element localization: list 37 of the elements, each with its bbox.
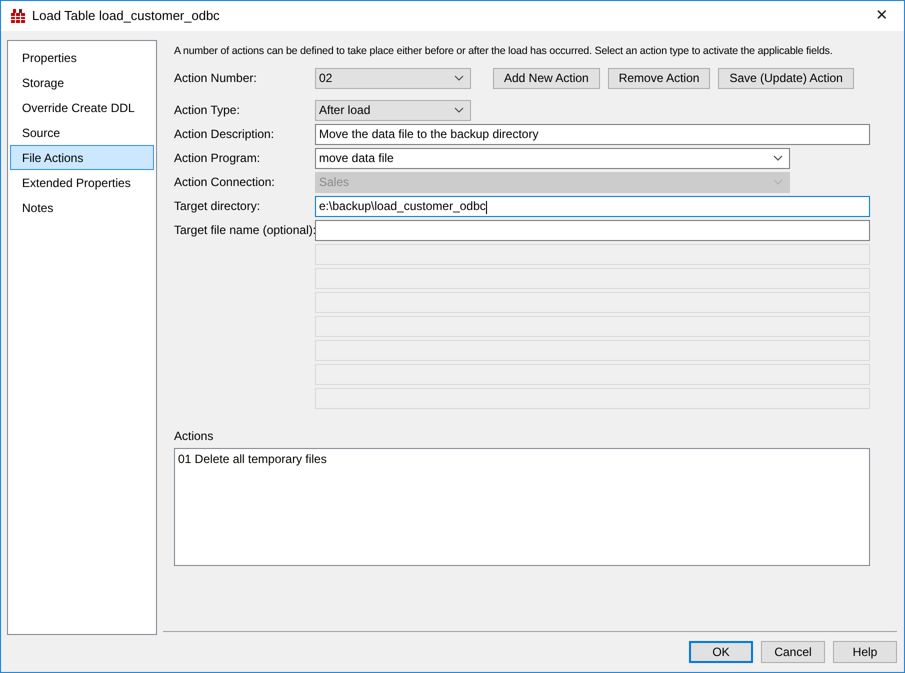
action-button[interactable]: Save (Update) Action bbox=[718, 68, 854, 89]
caret-icon bbox=[454, 75, 464, 82]
field-label: Target directory: bbox=[174, 198, 262, 216]
caret-icon bbox=[773, 179, 783, 186]
sidebar-item[interactable]: Notes bbox=[10, 195, 154, 220]
dropdown-field[interactable]: 02 bbox=[315, 68, 471, 89]
actions-list-item[interactable]: 01 Delete all temporary files bbox=[178, 450, 866, 468]
input-field[interactable] bbox=[315, 220, 870, 241]
action-button[interactable]: Add New Action bbox=[493, 68, 600, 89]
sidebar-item[interactable]: Storage bbox=[10, 70, 154, 95]
caret-icon bbox=[454, 107, 464, 114]
sidebar-item[interactable]: Properties bbox=[10, 45, 154, 70]
instruction-text: A number of actions can be defined to take place either before or after the load has occurred. Select an action type to activate the applicable fields. bbox=[174, 44, 833, 59]
sidebar-item[interactable]: Source bbox=[10, 120, 154, 145]
sidebar-item[interactable]: Override Create DDL bbox=[10, 95, 154, 120]
close-button[interactable]: ✕ bbox=[868, 4, 896, 28]
table-icon bbox=[10, 8, 26, 24]
actions-label: Actions bbox=[174, 428, 214, 445]
field-label: Action Description: bbox=[174, 126, 276, 144]
field-label: Action Number: bbox=[174, 70, 258, 88]
dialog-button[interactable]: Cancel bbox=[761, 641, 825, 663]
sidebar-item[interactable]: Extended Properties bbox=[10, 170, 154, 195]
actions-list[interactable]: 01 Delete all temporary files bbox=[174, 448, 870, 566]
sidebar-item[interactable]: File Actions bbox=[10, 145, 154, 170]
input-field[interactable]: Move the data file to the backup directory bbox=[315, 124, 870, 145]
caret-icon bbox=[773, 155, 783, 162]
field-label: Action Type: bbox=[174, 102, 241, 120]
dialog-button[interactable]: Help bbox=[833, 641, 897, 663]
input-field[interactable]: e:\backup\load_customer_odbc bbox=[315, 196, 870, 217]
dropdown-field[interactable]: move data file bbox=[315, 148, 790, 169]
dialog-button[interactable]: OK bbox=[689, 641, 753, 663]
field-label: Target file name (optional): bbox=[174, 222, 315, 240]
dropdown-field[interactable]: After load bbox=[315, 100, 471, 121]
window-title: Load Table load_customer_odbc bbox=[32, 7, 220, 26]
action-button[interactable]: Remove Action bbox=[608, 68, 710, 89]
field-label: Action Connection: bbox=[174, 174, 276, 192]
field-label: Action Program: bbox=[174, 150, 262, 168]
